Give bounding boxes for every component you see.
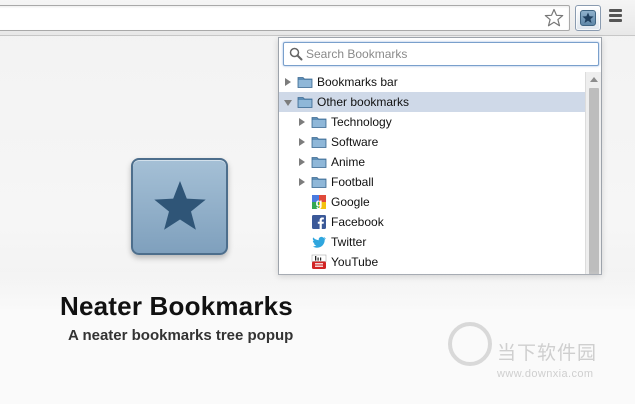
tree-item-label: Software — [331, 135, 379, 149]
folder-icon — [311, 137, 327, 148]
tree-item-label: Google — [331, 195, 370, 209]
tree-item-facebook[interactable]: Facebook — [279, 212, 585, 232]
google-favicon-icon: g — [312, 195, 326, 210]
scrollbar-thumb[interactable] — [589, 88, 599, 274]
search-input[interactable] — [306, 44, 592, 64]
page-subtitle: A neater bookmarks tree popup — [68, 327, 294, 344]
expand-arrow-icon[interactable] — [299, 178, 305, 186]
browser-toolbar — [0, 0, 635, 36]
youtube-favicon-icon — [311, 254, 327, 269]
neater-bookmarks-logo — [131, 158, 228, 255]
twitter-favicon-icon — [312, 236, 326, 248]
folder-icon — [311, 157, 327, 168]
tree-item-label: Technology — [331, 115, 392, 129]
tree-item-football[interactable]: Football — [279, 172, 585, 192]
neater-bookmarks-icon — [580, 10, 596, 26]
collapse-arrow-icon[interactable] — [284, 100, 292, 106]
expand-arrow-icon[interactable] — [299, 158, 305, 166]
star-icon — [154, 181, 206, 230]
tree-item-label: Bookmarks bar — [317, 75, 398, 89]
expand-arrow-icon[interactable] — [299, 118, 305, 126]
folder-icon — [311, 177, 327, 188]
watermark-url: www.downxia.com — [497, 368, 594, 380]
tree-item-label: Football — [331, 175, 374, 189]
expand-arrow-icon[interactable] — [299, 138, 305, 146]
tree-item-label: Twitter — [331, 235, 367, 249]
address-bar[interactable] — [0, 5, 570, 31]
bookmark-tree: Bookmarks bar Other bookmarks Technology — [279, 72, 585, 274]
search-box[interactable] — [283, 42, 599, 66]
tree-item-bookmarks-bar[interactable]: Bookmarks bar — [279, 72, 585, 92]
tree-item-software[interactable]: Software — [279, 132, 585, 152]
folder-icon — [297, 97, 313, 108]
neater-bookmarks-extension-button[interactable] — [575, 5, 601, 31]
popup-scrollbar[interactable] — [585, 72, 601, 274]
watermark-text: 当下软件园 — [497, 342, 598, 364]
folder-icon — [297, 77, 313, 88]
tree-item-label: Other bookmarks — [317, 95, 410, 109]
svg-text:g: g — [316, 198, 323, 210]
tree-item-other-bookmarks[interactable]: Other bookmarks — [279, 92, 585, 112]
tree-item-youtube[interactable]: YouTube — [279, 252, 585, 272]
tree-item-technology[interactable]: Technology — [279, 112, 585, 132]
hamburger-menu-icon[interactable] — [609, 9, 625, 27]
star-outline-icon[interactable] — [544, 8, 564, 28]
tree-item-google[interactable]: g Google — [279, 192, 585, 212]
watermark-logo-icon — [448, 322, 492, 366]
tree-item-anime[interactable]: Anime — [279, 152, 585, 172]
expand-arrow-icon[interactable] — [285, 78, 291, 86]
search-icon — [289, 47, 303, 61]
page-title: Neater Bookmarks — [60, 291, 293, 321]
facebook-favicon-icon — [312, 215, 326, 229]
bookmarks-popup: Bookmarks bar Other bookmarks Technology — [278, 37, 602, 275]
tree-item-label: Anime — [331, 155, 366, 169]
tree-item-label: Facebook — [331, 215, 384, 229]
tree-item-twitter[interactable]: Twitter — [279, 232, 585, 252]
folder-icon — [311, 117, 327, 128]
scroll-up-arrow-icon[interactable] — [590, 77, 598, 82]
tree-item-label: YouTube — [331, 255, 379, 269]
